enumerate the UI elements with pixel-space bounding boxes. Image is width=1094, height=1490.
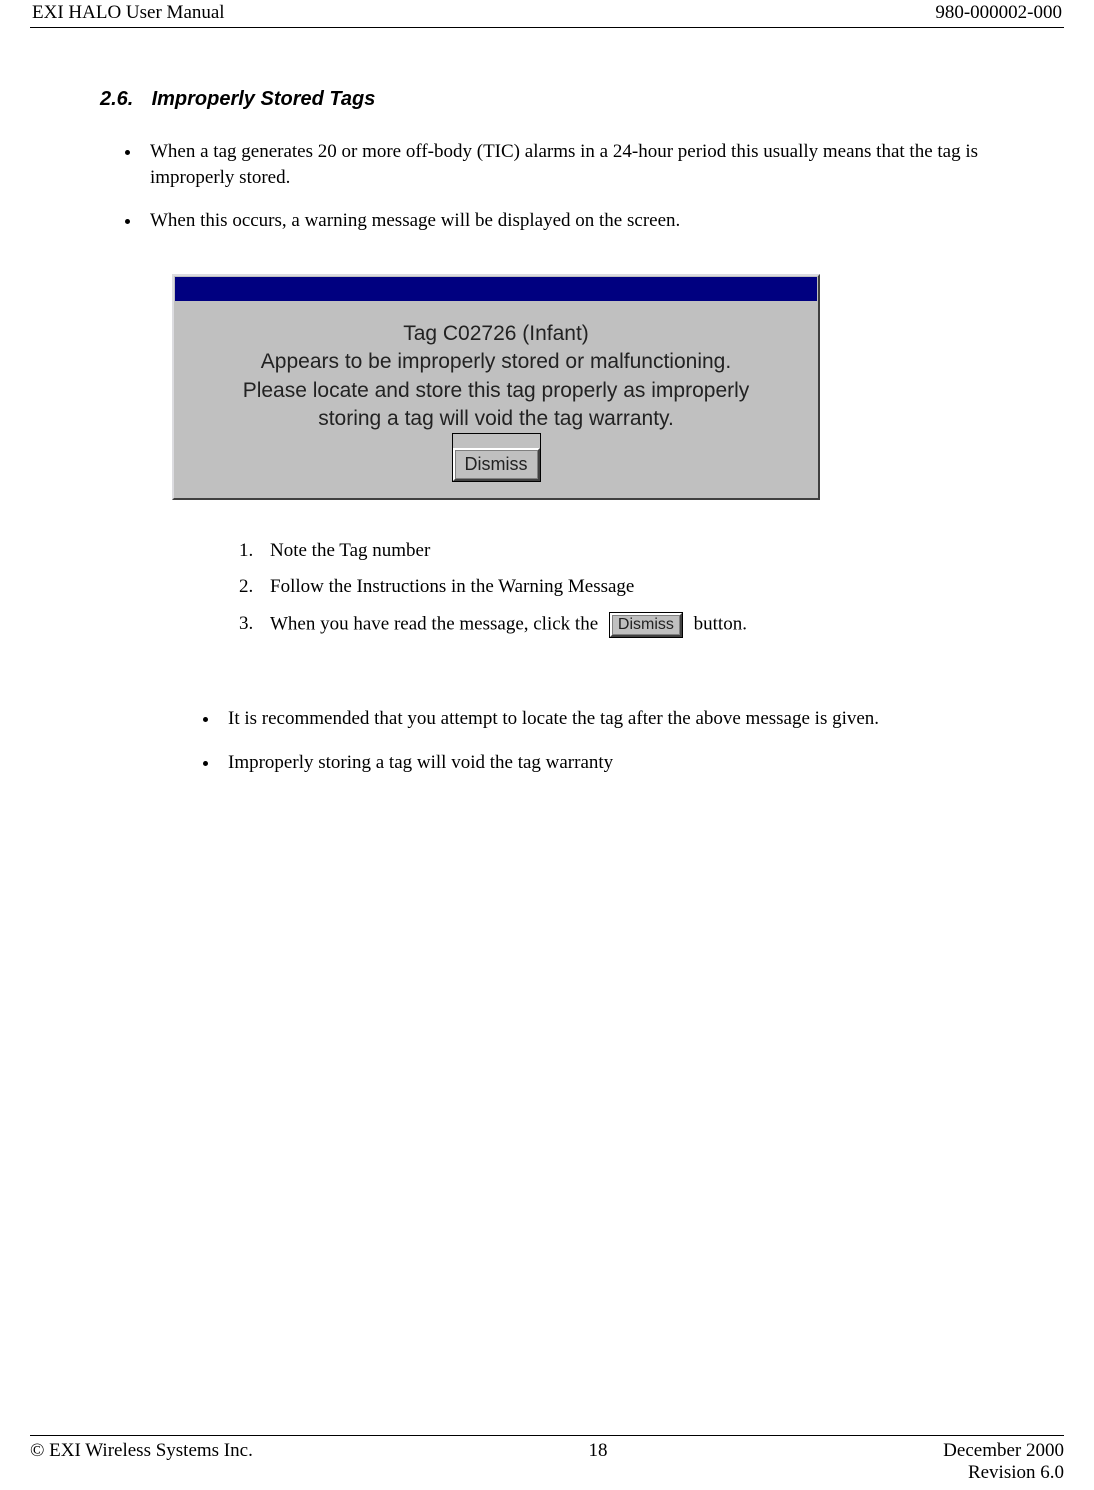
step-item: Note the Tag number	[258, 540, 994, 562]
closing-bullet-list: It is recommended that you attempt to lo…	[200, 708, 994, 774]
step-item: When you have read the message, click th…	[258, 612, 994, 638]
section-number: 2.6.	[100, 88, 146, 111]
dialog-titlebar	[174, 276, 818, 302]
dismiss-button-inline[interactable]: Dismiss	[610, 613, 682, 637]
page-footer: © EXI Wireless Systems Inc. 18 December …	[30, 1435, 1064, 1484]
footer-revision: Revision 6.0	[968, 1462, 1064, 1483]
dialog-text-line: Please locate and store this tag properl…	[186, 377, 806, 405]
list-item: Improperly storing a tag will void the t…	[220, 752, 994, 774]
steps-list: Note the Tag number Follow the Instructi…	[230, 540, 994, 638]
section-title: Improperly Stored Tags	[152, 88, 376, 110]
dialog-text-line: Appears to be improperly stored or malfu…	[186, 348, 806, 376]
list-item: When a tag generates 20 or more off-body…	[142, 139, 994, 190]
footer-date: December 2000	[943, 1440, 1064, 1462]
step-text-before: When you have read the message, click th…	[270, 613, 598, 634]
dialog-body: Tag C02726 (Infant) Appears to be improp…	[174, 302, 818, 498]
dialog-text-line: storing a tag will void the tag warranty…	[186, 405, 806, 433]
footer-copyright: © EXI Wireless Systems Inc.	[30, 1440, 253, 1462]
section-heading: 2.6. Improperly Stored Tags	[100, 88, 994, 111]
step-item: Follow the Instructions in the Warning M…	[258, 576, 994, 598]
header-docnum: 980-000002-000	[935, 2, 1062, 24]
warning-dialog: Tag C02726 (Infant) Appears to be improp…	[172, 274, 820, 500]
header-title: EXI HALO User Manual	[32, 2, 225, 24]
intro-bullet-list: When a tag generates 20 or more off-body…	[122, 139, 994, 234]
list-item: When this occurs, a warning message will…	[142, 208, 994, 234]
footer-page-number: 18	[589, 1440, 608, 1462]
dismiss-button[interactable]: Dismiss	[453, 448, 540, 480]
step-text-after: button.	[694, 613, 747, 634]
dialog-text-line: Tag C02726 (Infant)	[186, 320, 806, 348]
page-header: EXI HALO User Manual 980-000002-000	[30, 0, 1064, 28]
list-item: It is recommended that you attempt to lo…	[220, 708, 994, 730]
